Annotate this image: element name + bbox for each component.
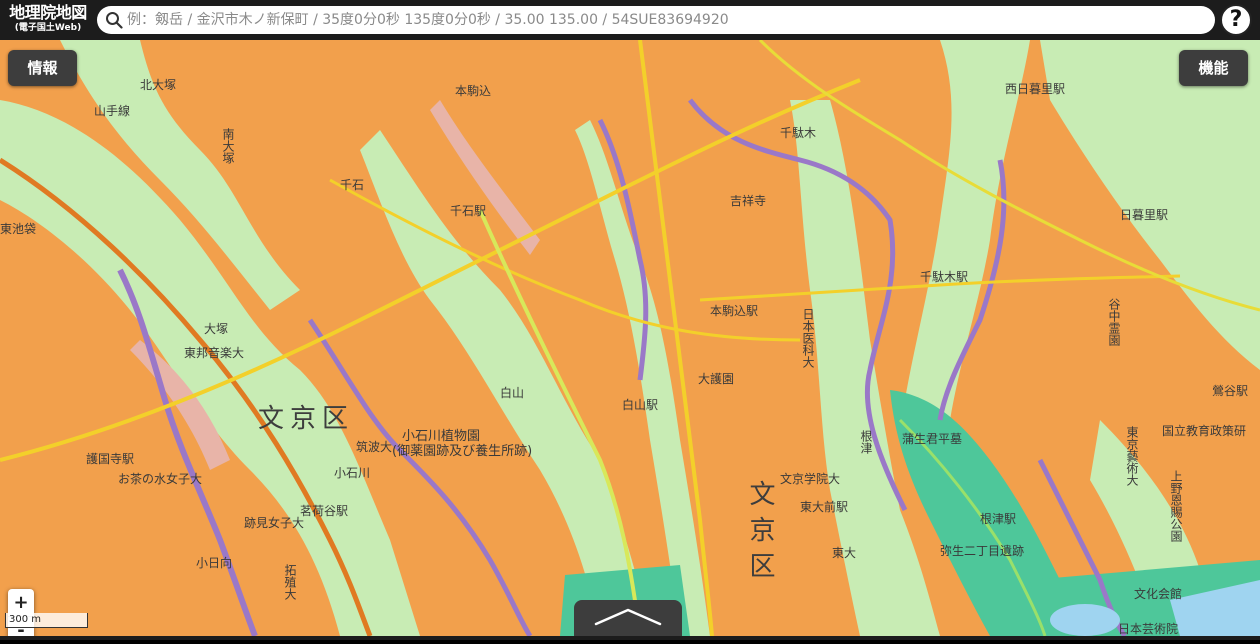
map-label-gamo-bochi: 大護園 — [698, 372, 735, 386]
app-logo[interactable]: 地理院地図 (電子国土Web) — [4, 4, 92, 36]
top-toolbar: 地理院地図 (電子国土Web) ? — [0, 0, 1260, 40]
map-label-yanaka: 谷中霊園 — [1107, 298, 1121, 346]
map-label-nezu: 根津 — [859, 430, 873, 454]
map-label-toho-ongaku: 東邦音楽大 — [184, 346, 245, 360]
map-label-tsukuba: 筑波大 — [356, 440, 393, 454]
search-box[interactable] — [97, 6, 1215, 34]
map-label-gokokuji-station: 護国寺駅 — [86, 452, 135, 466]
map-label-bunkyo-gakuin: 文京学院大 — [780, 472, 841, 486]
map-label-koishikawa-sub: (御薬園跡及び養生所跡) — [392, 444, 533, 459]
map-label-nippon-ika: 日本医科大 — [801, 308, 815, 368]
map-label-yayoi: 弥生二丁目遺跡 — [940, 544, 1025, 558]
map-label-kokuritsu-kyoiku: 国立教育政策研 — [1162, 424, 1247, 438]
map-label-koishikawa-area: 小石川 — [334, 466, 371, 480]
map-label-geidai: 東京藝術大 — [1125, 426, 1139, 486]
map-label-sendagi-station: 千駄木駅 — [920, 270, 969, 284]
map-label-kobinata: 小日向 — [196, 556, 233, 570]
map-label-nippori: 日暮里駅 — [1120, 208, 1169, 222]
map-label-kita-otsuka: 北大塚 — [140, 78, 177, 92]
map-label-minami-otsuka: 南大塚 — [221, 128, 235, 164]
map-label-ueno-park: 上野恩賜公園 — [1169, 470, 1183, 542]
map-canvas[interactable]: 文京区 文京区 小石川植物園 (御薬園跡及び養生所跡) 白山 千石駅 千石 本駒… — [0, 40, 1260, 636]
scale-bar: 300 m — [5, 613, 88, 628]
map-label-todai-mae: 東大前駅 — [800, 500, 849, 514]
map-label-atomi: 跡見女子大 — [244, 516, 305, 530]
map-label-takushoku: 拓殖大 — [283, 564, 297, 600]
ward-label-bunkyo-east: 文京区 — [745, 480, 775, 588]
map-label-nishi-nippori: 西日暮里駅 — [1005, 82, 1066, 96]
map-label-sengoku: 千石 — [340, 178, 365, 192]
chevron-up-icon — [594, 608, 662, 626]
info-button[interactable]: 情報 — [8, 50, 77, 86]
map-label-higashi-ikebukuro: 東池袋 — [0, 222, 37, 236]
map-label-hakusan-station: 白山駅 — [622, 398, 659, 412]
map-label-hon-komagome: 本駒込 — [455, 84, 492, 98]
map-label-ochanomizu: お茶の水女子大 — [118, 472, 203, 486]
map-label-bunka-kaikan: 文化会館 — [1134, 587, 1183, 601]
search-input[interactable] — [127, 8, 1202, 32]
app-subtitle: (電子国土Web) — [14, 23, 82, 33]
features-button[interactable]: 機能 — [1179, 50, 1248, 86]
map-label-uguisudani: 鶯谷駅 — [1212, 384, 1249, 398]
map-label-nezu-station: 根津駅 — [980, 512, 1017, 526]
search-icon[interactable] — [105, 11, 123, 29]
map-label-sendagi: 千駄木 — [780, 126, 817, 140]
map-label-myogadani: 茗荷谷駅 — [300, 504, 349, 518]
bottom-drawer-toggle[interactable] — [574, 600, 682, 640]
bottom-bar — [0, 636, 1260, 640]
help-button[interactable]: ? — [1220, 4, 1252, 36]
map-label-yamanote-line: 山手線 — [94, 104, 131, 118]
map-label-gamo-kunpei: 蒲生君平墓 — [902, 432, 963, 446]
map-label-todai: 東大 — [832, 546, 857, 560]
map-label-komagome-station: 本駒込駅 — [710, 304, 759, 318]
ward-label-bunkyo-west: 文京区 — [258, 404, 355, 434]
map-label-nihon-geijutsuin: 日本芸術院 — [1118, 622, 1179, 636]
map-label-sengoku-station: 千石駅 — [450, 204, 487, 218]
map-label-otsuka: 大塚 — [204, 322, 229, 336]
app-title: 地理院地図 — [9, 3, 87, 22]
map-tiles — [0, 40, 1260, 636]
map-label-kichijoji: 吉祥寺 — [730, 194, 767, 208]
map-label-hakusan: 白山 — [500, 386, 525, 400]
